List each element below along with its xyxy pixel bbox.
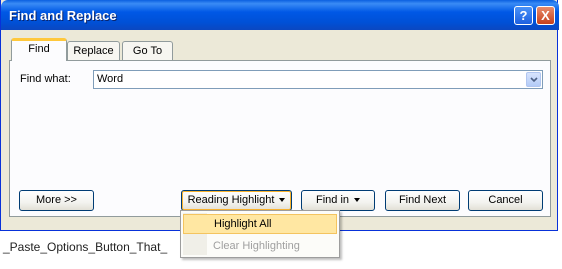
find-what-value[interactable]: Word xyxy=(97,73,123,85)
close-button[interactable]: X xyxy=(536,6,555,25)
reading-highlight-label: Reading Highlight xyxy=(187,194,275,206)
find-in-label: Find in xyxy=(315,194,350,206)
document-text: _Paste_Options_Button_That_ xyxy=(3,240,168,254)
find-next-label: Find Next xyxy=(398,194,447,206)
dropdown-caret-icon xyxy=(279,198,286,203)
title-bar[interactable]: Find and Replace ? X xyxy=(1,0,559,30)
tab-go-to[interactable]: Go To xyxy=(122,41,173,61)
tab-replace-label: Replace xyxy=(73,45,114,57)
chevron-down-icon xyxy=(530,77,538,83)
reading-highlight-button[interactable]: Reading Highlight xyxy=(181,190,292,211)
window-title: Find and Replace xyxy=(9,8,117,23)
find-next-button[interactable]: Find Next xyxy=(385,190,460,211)
menu-item-highlight-all[interactable]: Highlight All xyxy=(183,214,337,234)
find-in-button[interactable]: Find in xyxy=(301,190,375,211)
tab-replace[interactable]: Replace xyxy=(67,41,120,61)
find-what-input[interactable]: Word xyxy=(93,70,543,89)
tab-find[interactable]: Find xyxy=(11,38,67,61)
cancel-label: Cancel xyxy=(488,194,523,206)
more-button[interactable]: More >> xyxy=(19,190,94,211)
help-button[interactable]: ? xyxy=(514,6,533,25)
tab-go-to-label: Go To xyxy=(132,45,163,57)
menu-item-clear-highlighting[interactable]: Clear Highlighting xyxy=(183,236,337,256)
find-what-dropdown-button[interactable] xyxy=(526,72,541,87)
reading-highlight-menu: Highlight All Clear Highlighting xyxy=(180,210,340,258)
cancel-button[interactable]: Cancel xyxy=(468,190,543,211)
more-button-label: More >> xyxy=(36,194,77,206)
find-what-label: Find what: xyxy=(20,73,71,85)
tab-find-label: Find xyxy=(28,43,50,55)
dropdown-caret-icon xyxy=(354,198,361,203)
find-replace-dialog: Find and Replace ? X Find Replace Go To … xyxy=(0,0,559,231)
